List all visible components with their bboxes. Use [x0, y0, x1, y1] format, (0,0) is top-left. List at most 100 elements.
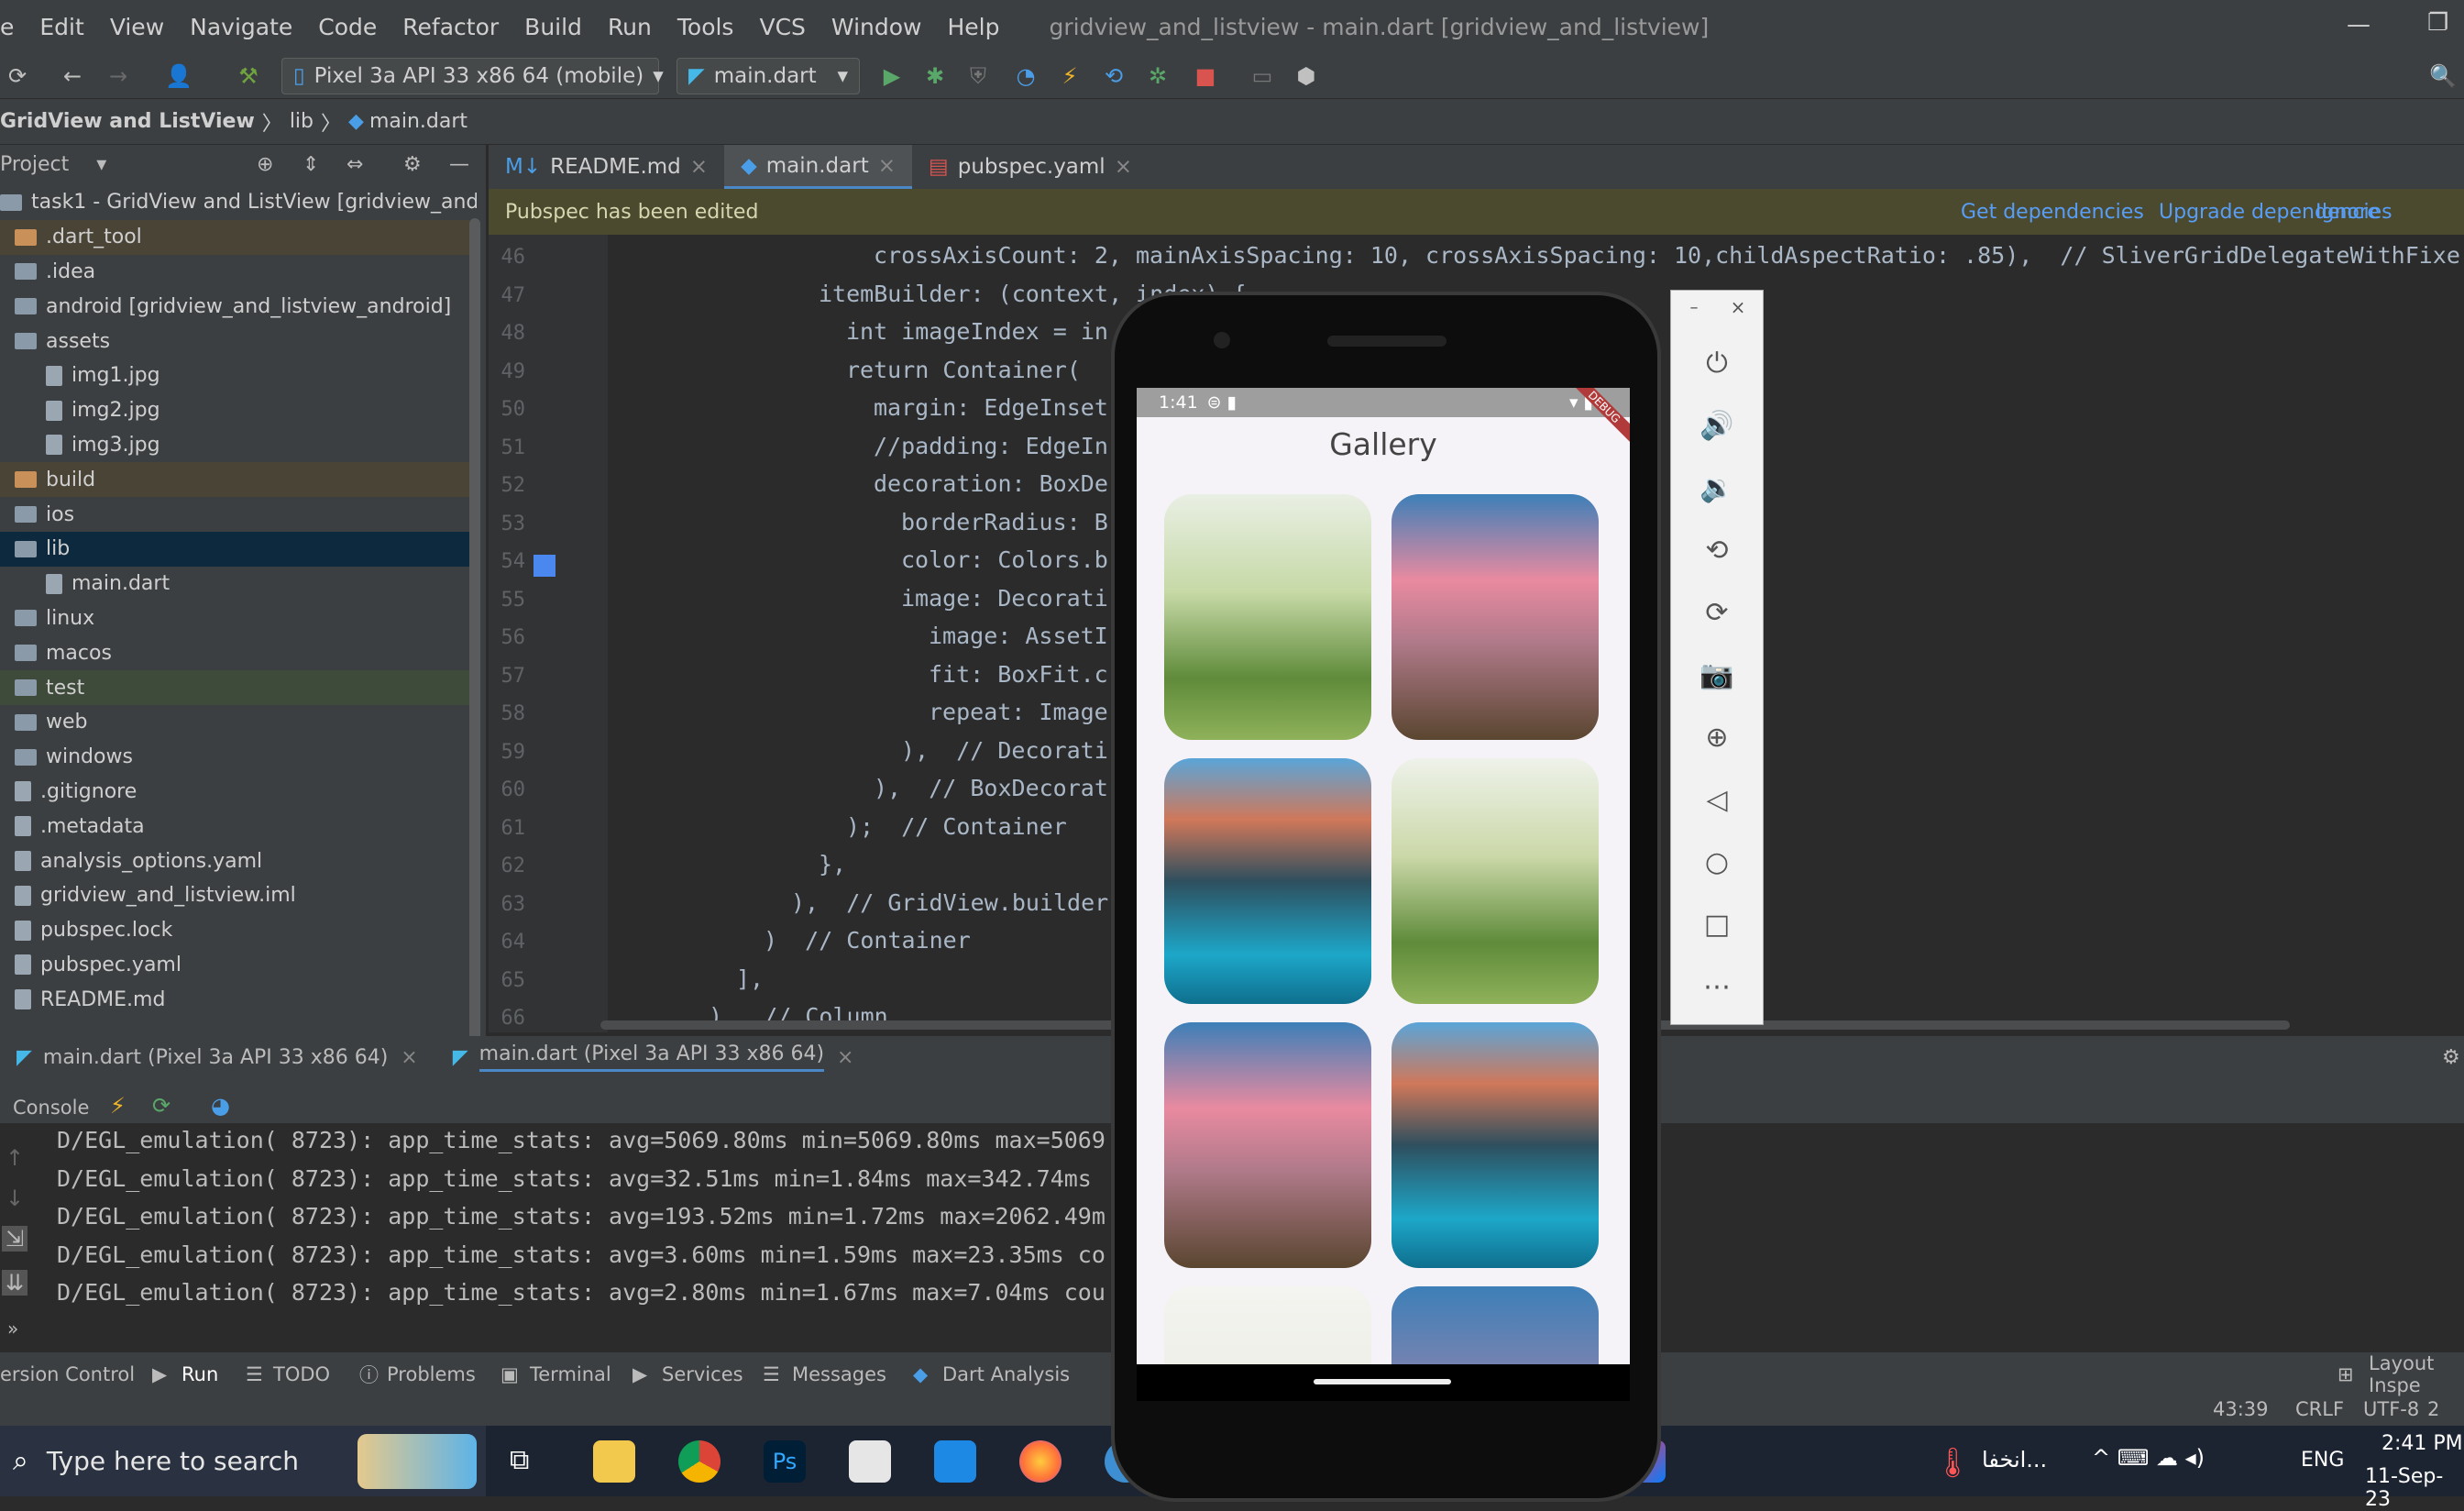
run-tab[interactable]: Run: [182, 1363, 218, 1385]
tree-item[interactable]: img2.jpg: [0, 393, 477, 428]
tree-item[interactable]: ios: [0, 497, 477, 532]
tree-item[interactable]: README.md: [0, 982, 477, 1017]
language-indicator[interactable]: ENG: [2301, 1449, 2344, 1472]
coverage-icon[interactable]: ⛨: [964, 62, 992, 90]
messages-tab[interactable]: Messages: [792, 1363, 886, 1385]
menu-run[interactable]: Run: [595, 14, 665, 40]
menu-build[interactable]: Build: [512, 14, 595, 40]
tree-scrollbar[interactable]: [469, 218, 480, 1043]
hot-restart-icon[interactable]: ⟲: [1100, 62, 1128, 90]
gallery-image[interactable]: [1392, 1286, 1599, 1364]
camera-icon[interactable]: 📷: [1671, 659, 1763, 691]
menu-view[interactable]: View: [97, 14, 177, 40]
back-icon[interactable]: ←: [59, 62, 86, 90]
tree-item[interactable]: main.dart: [0, 567, 477, 601]
photoshop-icon[interactable]: Ps: [764, 1440, 806, 1483]
collapse-all-icon[interactable]: ⇔: [346, 153, 363, 176]
scroll-up-icon[interactable]: ↑: [6, 1145, 24, 1171]
tree-item[interactable]: macos: [0, 635, 477, 670]
stop-icon[interactable]: ■: [1192, 62, 1219, 90]
layout-inspector-tab[interactable]: Layout Inspe: [2369, 1352, 2464, 1396]
breadcrumb-lib[interactable]: lib: [290, 110, 314, 133]
caret-position[interactable]: 43:39: [2213, 1398, 2269, 1420]
overview-icon[interactable]: □: [1671, 909, 1763, 941]
device-manager-icon[interactable]: ▭: [1248, 62, 1276, 90]
user-icon[interactable]: 👤: [165, 62, 192, 90]
rotate-left-icon[interactable]: ⟲: [1671, 535, 1763, 567]
soft-wrap-icon[interactable]: ⇲: [2, 1226, 28, 1252]
close-icon[interactable]: ×: [1715, 296, 1761, 318]
menu-tools[interactable]: Tools: [665, 14, 747, 40]
more-icon[interactable]: ⋯: [1671, 971, 1763, 1003]
tree-item[interactable]: assets: [0, 324, 477, 358]
minimize-icon[interactable]: —: [2347, 11, 2370, 39]
power-icon[interactable]: ⏻: [1671, 347, 1763, 380]
gear-icon[interactable]: ⚙: [2442, 1046, 2460, 1069]
run-tab-2[interactable]: main.dart (Pixel 3a API 33 x86 64): [478, 1042, 825, 1072]
tab-readme[interactable]: M↓ README.md ×: [489, 145, 724, 189]
tray-icons[interactable]: ^ ⌨ ☁ ◂): [2092, 1445, 2205, 1471]
tree-item[interactable]: lib: [0, 531, 477, 567]
close-icon[interactable]: ×: [401, 1046, 417, 1069]
tree-item[interactable]: .idea: [0, 255, 477, 290]
scroll-down-icon[interactable]: ↓: [6, 1186, 24, 1211]
hot-restart-icon[interactable]: ⟳: [152, 1093, 170, 1119]
tree-item[interactable]: linux: [0, 601, 477, 636]
tree-item[interactable]: pubspec.lock: [0, 913, 477, 948]
tree-item[interactable]: windows: [0, 740, 477, 775]
search-icon[interactable]: 🔍: [2429, 62, 2457, 90]
hot-reload-icon[interactable]: ⚡: [110, 1093, 126, 1119]
ignore-link[interactable]: Ignore: [2316, 201, 2380, 224]
attach-debugger-icon[interactable]: ✲: [1144, 62, 1172, 90]
todo-tab[interactable]: TODO: [273, 1363, 330, 1385]
gallery-image[interactable]: [1392, 494, 1599, 740]
volume-down-icon[interactable]: 🔉: [1671, 472, 1763, 504]
more-icon[interactable]: »: [7, 1318, 18, 1340]
sdk-manager-icon[interactable]: ⬢: [1292, 62, 1320, 90]
file-encoding[interactable]: UTF-8: [2363, 1398, 2419, 1420]
tree-item[interactable]: .dart_tool: [0, 219, 477, 255]
gallery-image[interactable]: [1392, 758, 1599, 1004]
clock-time[interactable]: 2:41 PM: [2382, 1432, 2463, 1455]
version-control-tab[interactable]: ersion Control: [0, 1363, 135, 1385]
devtools-icon[interactable]: ◕: [211, 1093, 230, 1119]
close-icon[interactable]: ×: [837, 1046, 853, 1069]
menu-file-partial[interactable]: e: [0, 14, 27, 40]
run-icon[interactable]: ▶: [878, 62, 906, 90]
clock-date[interactable]: 11-Sep-23: [2365, 1465, 2464, 1511]
menu-navigate[interactable]: Navigate: [177, 14, 305, 40]
taskbar-search[interactable]: ⌕ Type here to search: [0, 1426, 486, 1496]
debug-icon[interactable]: ✱: [921, 62, 949, 90]
close-icon[interactable]: ×: [878, 154, 896, 178]
back-icon[interactable]: ◁: [1671, 784, 1763, 816]
tree-item[interactable]: .gitignore: [0, 775, 477, 810]
terminal-tab[interactable]: Terminal: [530, 1363, 611, 1385]
gallery-image[interactable]: [1164, 758, 1371, 1004]
forward-icon[interactable]: →: [104, 62, 132, 90]
tab-main-dart[interactable]: ◆ main.dart ×: [724, 145, 912, 189]
locate-icon[interactable]: ⊕: [257, 153, 273, 176]
gear-icon[interactable]: ⚙: [403, 153, 422, 176]
hot-reload-icon[interactable]: ⚡: [1056, 62, 1084, 90]
tree-item[interactable]: build: [0, 462, 477, 498]
tree-item[interactable]: analysis_options.yaml: [0, 844, 477, 878]
tree-item[interactable]: android [gridview_and_listview_android]: [0, 289, 477, 324]
gallery-image[interactable]: [1164, 494, 1371, 740]
run-config-selector[interactable]: ◤ main.dart ▾: [676, 58, 860, 94]
zoom-icon[interactable]: ⊕: [1671, 722, 1763, 754]
build-hammer-icon[interactable]: ⚒: [235, 62, 262, 90]
tree-item[interactable]: web: [0, 705, 477, 740]
firefox-icon[interactable]: [1019, 1440, 1062, 1483]
file-explorer-icon[interactable]: [593, 1440, 635, 1483]
console-tab[interactable]: Console: [13, 1097, 89, 1119]
expand-all-icon[interactable]: ⇕: [302, 153, 319, 176]
tree-item[interactable]: .metadata: [0, 809, 477, 844]
close-icon[interactable]: ×: [1115, 155, 1132, 179]
tree-item[interactable]: img3.jpg: [0, 428, 477, 463]
store-icon[interactable]: [849, 1440, 891, 1483]
menu-edit[interactable]: Edit: [27, 14, 96, 40]
task-view-icon[interactable]: ⧉: [510, 1444, 529, 1476]
tree-item[interactable]: task1 - GridView and ListView [gridview_…: [0, 185, 477, 220]
home-indicator[interactable]: [1314, 1379, 1451, 1384]
line-separator[interactable]: CRLF: [2295, 1398, 2344, 1420]
